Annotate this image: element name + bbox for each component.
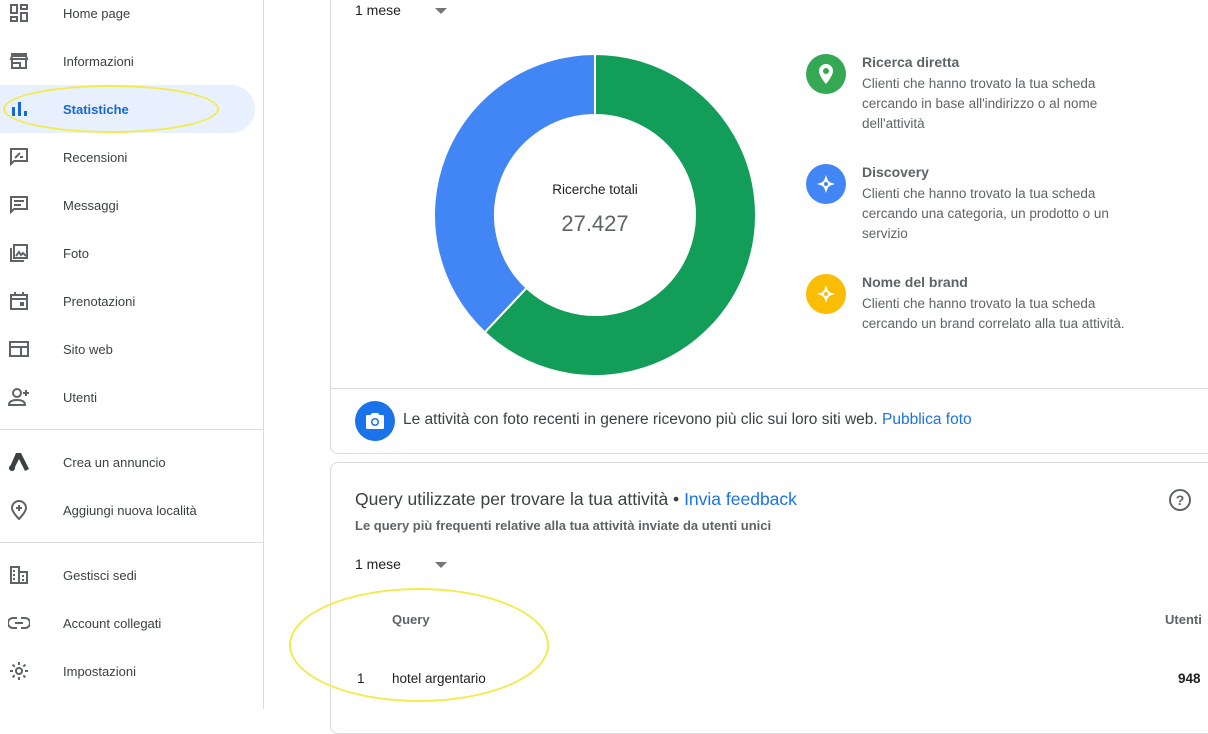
sidebar-item-label: Utenti (63, 389, 97, 405)
legend-title: Discovery (862, 164, 929, 180)
sidebar-item-account-collegati[interactable]: Account collegati (0, 599, 255, 647)
sidebar-item-gestisci-sedi[interactable]: Gestisci sedi (0, 551, 255, 599)
chevron-down-icon[interactable] (435, 562, 447, 568)
sidebar-item-label: Sito web (63, 341, 113, 357)
legend-desc: Clienti che hanno trovato la tua scheda … (862, 76, 1098, 131)
add-user-icon (8, 386, 30, 408)
domain-icon (8, 564, 30, 586)
row-query: hotel argentario (392, 671, 486, 686)
google-ads-icon (8, 451, 30, 473)
web-icon (8, 338, 30, 360)
sidebar-item-label: Statistiche (63, 101, 129, 117)
column-header-query[interactable]: Query (392, 612, 430, 627)
row-rank: 1 (357, 671, 365, 686)
sidebar-item-aggiungi-localita[interactable]: Aggiungi nuova località (0, 486, 255, 534)
camera-icon (355, 401, 395, 441)
sidebar-item-crea-annuncio[interactable]: Crea un annuncio (0, 438, 255, 486)
sidebar-item-label: Foto (63, 245, 90, 261)
location-pin-icon (806, 54, 846, 94)
dashboard-icon (8, 2, 30, 24)
settings-icon (8, 660, 30, 682)
queries-title-text: Query utilizzate per trovare la tua atti… (355, 489, 680, 509)
sidebar-item-messaggi[interactable]: Messaggi (0, 181, 255, 229)
legend-desc: Clienti che hanno trovato la tua scheda … (862, 186, 1109, 241)
message-icon (8, 194, 30, 216)
link-icon (8, 612, 30, 634)
sidebar-divider (0, 429, 263, 430)
sidebar-item-utenti[interactable]: Utenti (0, 373, 255, 421)
column-header-users[interactable]: Utenti (1165, 612, 1202, 627)
legend-desc: Clienti che hanno trovato la tua scheda … (862, 296, 1125, 331)
donut-center-label: Ricerche totali (552, 182, 638, 197)
publish-photo-link[interactable]: Pubblica foto (882, 411, 972, 428)
photo-library-icon (8, 242, 30, 264)
sidebar: Home page Informazioni Statistiche Recen… (0, 0, 264, 709)
sidebar-item-impostazioni[interactable]: Impostazioni (0, 647, 255, 695)
rate-review-icon (8, 146, 30, 168)
tip-message: Le attività con foto recenti in genere r… (403, 411, 878, 428)
sidebar-item-label: Gestisci sedi (63, 567, 137, 583)
sidebar-item-foto[interactable]: Foto (0, 229, 255, 277)
sidebar-item-label: Informazioni (63, 53, 134, 69)
sidebar-item-informazioni[interactable]: Informazioni (0, 37, 255, 85)
donut-center-value: 27.427 (561, 211, 629, 236)
queries-title: Query utilizzate per trovare la tua atti… (355, 489, 797, 510)
chevron-down-icon[interactable] (435, 8, 447, 14)
sidebar-divider (0, 542, 263, 543)
calendar-icon (8, 290, 30, 312)
legend-title: Nome del brand (862, 274, 968, 290)
sidebar-item-label: Account collegati (63, 615, 162, 631)
help-icon[interactable]: ? (1169, 489, 1191, 511)
sidebar-item-label: Crea un annuncio (63, 454, 166, 470)
sidebar-item-sito-web[interactable]: Sito web (0, 325, 255, 373)
period-dropdown-value: 1 mese (355, 556, 401, 572)
bar-chart-icon (8, 98, 30, 120)
photo-tip-text: Le attività con foto recenti in genere r… (403, 411, 972, 429)
row-users: 948 (1178, 671, 1201, 686)
sidebar-item-label: Aggiungi nuova località (63, 502, 197, 518)
add-location-icon (8, 499, 30, 521)
sidebar-item-prenotazioni[interactable]: Prenotazioni (0, 277, 255, 325)
sidebar-item-recensioni[interactable]: Recensioni (0, 133, 255, 181)
period-dropdown-value: 1 mese (355, 2, 401, 18)
queries-period-dropdown[interactable]: 1 mese (355, 556, 401, 572)
storefront-icon (8, 50, 30, 72)
sidebar-item-label: Impostazioni (63, 663, 136, 679)
compass-icon (806, 164, 846, 204)
sidebar-item-label: Messaggi (63, 197, 119, 213)
sidebar-item-home[interactable]: Home page (0, 0, 255, 37)
photo-tip-banner: Le attività con foto recenti in genere r… (331, 388, 1208, 453)
compass-icon (806, 274, 846, 314)
legend-title: Ricerca diretta (862, 54, 960, 70)
send-feedback-link[interactable]: Invia feedback (684, 489, 797, 509)
sidebar-item-statistiche[interactable]: Statistiche (0, 85, 255, 133)
sidebar-item-label: Recensioni (63, 149, 128, 165)
period-dropdown[interactable]: 1 mese (355, 2, 401, 18)
queries-subtitle: Le query più frequenti relative alla tua… (355, 518, 772, 533)
sidebar-item-label: Prenotazioni (63, 293, 136, 309)
sidebar-item-label: Home page (63, 5, 131, 21)
